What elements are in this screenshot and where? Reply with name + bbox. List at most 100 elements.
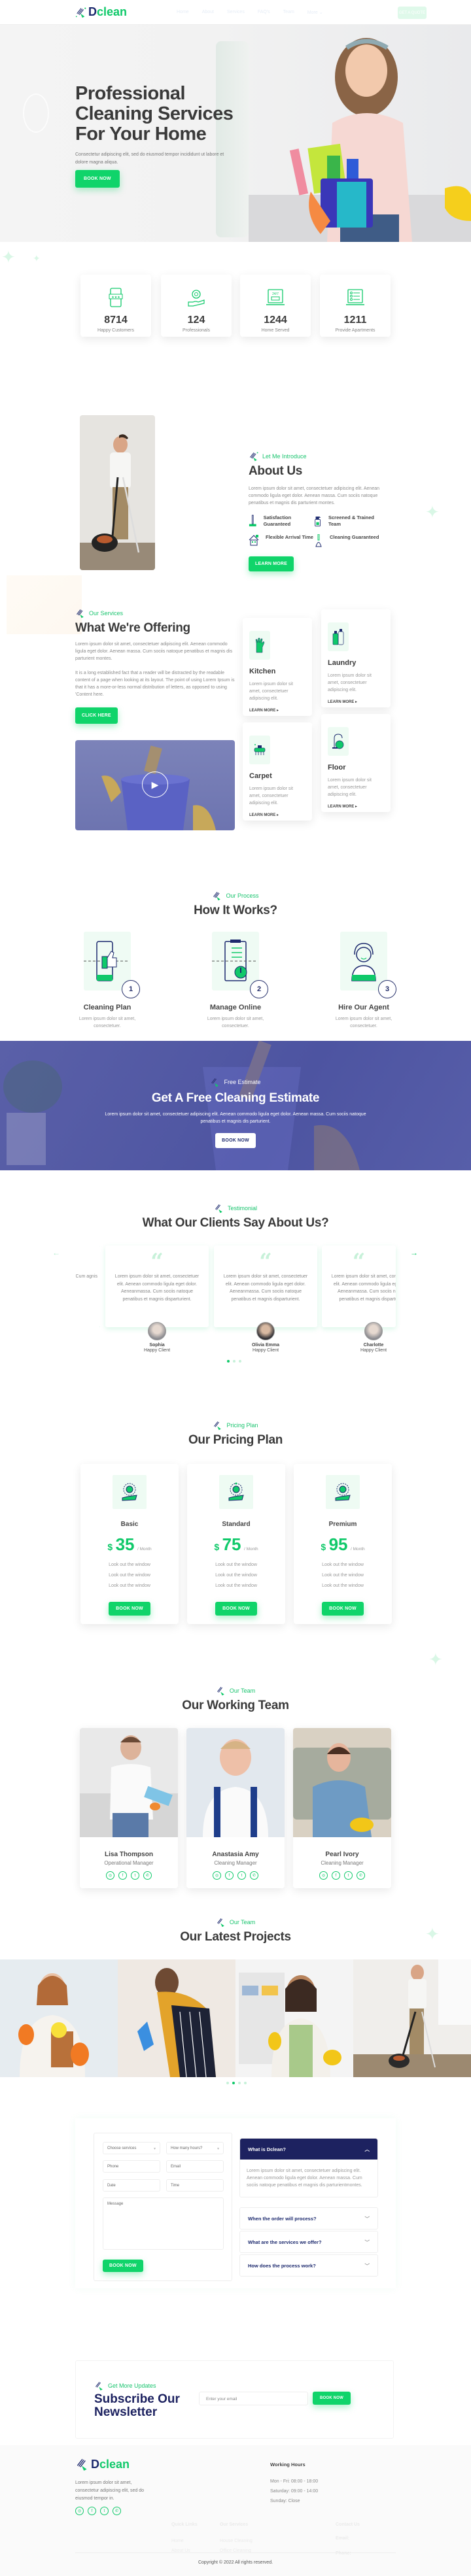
service-card-kitchen[interactable]: Kitchen Lorem ipsum dolor sit amet, cons… xyxy=(243,618,312,716)
caret-right-icon: ▸ xyxy=(355,700,358,704)
instagram-icon[interactable]: ◎ xyxy=(213,1871,221,1880)
footer-link[interactable]: House Cleaning xyxy=(220,2536,253,2546)
facebook-icon[interactable]: f xyxy=(118,1871,127,1880)
twitter-icon[interactable]: t xyxy=(100,2507,109,2515)
service-learn-more-link[interactable]: LEARN MORE ▸ xyxy=(249,813,305,817)
service-card-laundry[interactable]: Laundry Lorem ipsum dolor sit amet, cons… xyxy=(321,609,391,707)
step-icon-box: 1 xyxy=(84,932,140,998)
hero-book-now-button[interactable]: BOOK NOW xyxy=(75,170,120,188)
newsletter-email-input[interactable]: Enter your email xyxy=(199,2392,308,2405)
pagination-dot[interactable] xyxy=(233,1360,236,1363)
footer-about-text: Lorem ipsum dolor sit amet, consectetur … xyxy=(75,2481,145,2501)
service-select-value: Choose services xyxy=(107,2146,137,2150)
nav-services[interactable]: Services xyxy=(227,10,245,15)
nav-home[interactable]: Home xyxy=(177,10,189,15)
phone-input[interactable]: Phone xyxy=(103,2160,160,2173)
faq-item[interactable]: What are the services we offer? ﹀ xyxy=(239,2231,378,2253)
get-quote-button[interactable]: GET A QUOTE xyxy=(398,7,427,19)
pagination-dot[interactable] xyxy=(238,2082,241,2084)
faq-question[interactable]: When the order will process? ﹀ xyxy=(240,2208,377,2229)
instagram-icon[interactable]: ◎ xyxy=(106,1871,114,1880)
carousel-prev-arrow[interactable]: ← xyxy=(52,1248,60,1257)
logo-name: clean xyxy=(97,5,128,18)
estimate-tag-label: Free Estimate xyxy=(224,1079,261,1085)
nav-about[interactable]: About xyxy=(202,10,214,15)
twitter-icon[interactable]: t xyxy=(344,1871,353,1880)
date-input[interactable]: Date xyxy=(103,2179,160,2192)
member-social-links: ◎ f t ✆ xyxy=(186,1871,285,1880)
footer-logo[interactable]: Dclean xyxy=(75,2457,130,2471)
avatar xyxy=(148,1322,166,1340)
pricing-card-standard: Standard $ 75 / Month Look out the windo… xyxy=(187,1464,285,1624)
email-input[interactable]: Email xyxy=(166,2160,224,2173)
services-title: Our Services xyxy=(220,2522,249,2527)
whatsapp-icon[interactable]: ✆ xyxy=(250,1871,258,1880)
service-learn-more-link[interactable]: LEARN MORE ▸ xyxy=(249,708,305,713)
nav-faqs[interactable]: FAQ's xyxy=(258,10,270,15)
pagination-dot[interactable] xyxy=(226,2082,229,2084)
facebook-icon[interactable]: f xyxy=(332,1871,340,1880)
faq-question-text: What is Dclean? xyxy=(248,2146,286,2152)
footer-link[interactable]: About Us xyxy=(171,2546,198,2556)
message-textarea[interactable]: Message xyxy=(103,2197,224,2250)
services-video[interactable]: ▶ xyxy=(75,740,235,830)
nav-more[interactable]: More ⌄ xyxy=(307,10,323,15)
nav-team[interactable]: Team xyxy=(283,10,294,15)
nav-more-label: More xyxy=(307,10,318,15)
project-image[interactable] xyxy=(236,1959,353,2077)
about-man-vacuum-image xyxy=(80,415,155,570)
faq-item[interactable]: How does the process work? ﹀ xyxy=(239,2254,378,2277)
service-card-floor[interactable]: Floor Lorem ipsum dolor sit amet, consec… xyxy=(321,714,391,812)
service-learn-more-link[interactable]: LEARN MORE ▸ xyxy=(328,804,384,809)
faq-item[interactable]: When the order will process? ﹀ xyxy=(239,2207,378,2229)
newsletter-heading: Get More Updates Subscribe Our Newslette… xyxy=(94,2381,186,2419)
footer-divider xyxy=(75,2552,396,2553)
newsletter-submit-button[interactable]: BOOK NOW xyxy=(313,2392,351,2405)
twitter-icon[interactable]: t xyxy=(237,1871,246,1880)
whatsapp-icon[interactable]: ✆ xyxy=(113,2507,121,2515)
spray-bottle-icon xyxy=(315,517,321,527)
chevron-down-icon: ﹀ xyxy=(364,2262,370,2269)
feature-label: Satisfaction Guaranteed xyxy=(263,515,292,527)
pagination-dot[interactable] xyxy=(232,2082,235,2084)
instagram-icon[interactable]: ◎ xyxy=(319,1871,328,1880)
author-name: Charlotte xyxy=(363,1343,384,1347)
chevron-up-icon: ︿ xyxy=(364,2146,370,2152)
services-click-here-button[interactable]: CLICK HERE xyxy=(75,707,118,724)
plan-book-now-button[interactable]: BOOK NOW xyxy=(322,1602,364,1616)
twitter-icon[interactable]: t xyxy=(131,1871,139,1880)
play-icon[interactable]: ▶ xyxy=(142,771,168,798)
whatsapp-icon[interactable]: ✆ xyxy=(357,1871,365,1880)
whatsapp-icon[interactable]: ✆ xyxy=(143,1871,152,1880)
hours-select[interactable]: How many hours? ▾ xyxy=(166,2142,224,2154)
service-select[interactable]: Choose services ▾ xyxy=(103,2142,160,2154)
faq-item[interactable]: What is Dclean? ︿ Lorem ipsum dolor sit a… xyxy=(239,2138,378,2197)
project-image[interactable] xyxy=(0,1959,118,2077)
plan-book-now-button[interactable]: BOOK NOW xyxy=(215,1602,257,1616)
instagram-icon[interactable]: ◎ xyxy=(75,2507,84,2515)
about-learn-more-button[interactable]: LEARN MORE xyxy=(249,556,294,571)
project-image[interactable] xyxy=(353,1959,471,2077)
footer-link[interactable]: Home xyxy=(171,2536,198,2546)
plan-name: Standard xyxy=(222,1521,251,1528)
faq-question[interactable]: What is Dclean? ︿ xyxy=(240,2139,377,2160)
time-input[interactable]: Time xyxy=(166,2179,224,2192)
project-image[interactable] xyxy=(118,1959,236,2077)
service-card-carpet[interactable]: Carpet Lorem ipsum dolor sit amet, conse… xyxy=(243,722,312,821)
carousel-next-arrow[interactable]: → xyxy=(410,1248,418,1257)
facebook-icon[interactable]: f xyxy=(88,2507,96,2515)
feature-item: Screened & Trained Team xyxy=(314,515,379,528)
service-learn-more-link[interactable]: LEARN MORE ▸ xyxy=(328,700,384,704)
footer-link[interactable]: Office Cleaning xyxy=(220,2546,253,2556)
faq-question[interactable]: What are the services we offer? ﹀ xyxy=(240,2231,377,2252)
testimonial-card-partial: “ t, mmodo . Cum agnis xyxy=(76,1246,100,1327)
facebook-icon[interactable]: f xyxy=(225,1871,234,1880)
pagination-dot[interactable] xyxy=(244,2082,247,2084)
faq-question[interactable]: How does the process work? ﹀ xyxy=(240,2255,377,2276)
plan-book-now-button[interactable]: BOOK NOW xyxy=(109,1602,150,1616)
booking-book-now-button[interactable]: BOOK NOW xyxy=(103,2260,143,2272)
estimate-book-now-button[interactable]: BOOK NOW xyxy=(215,1133,256,1148)
pagination-dot[interactable] xyxy=(239,1360,241,1363)
pagination-dot[interactable] xyxy=(227,1360,230,1363)
logo[interactable]: Dclean xyxy=(75,5,127,19)
